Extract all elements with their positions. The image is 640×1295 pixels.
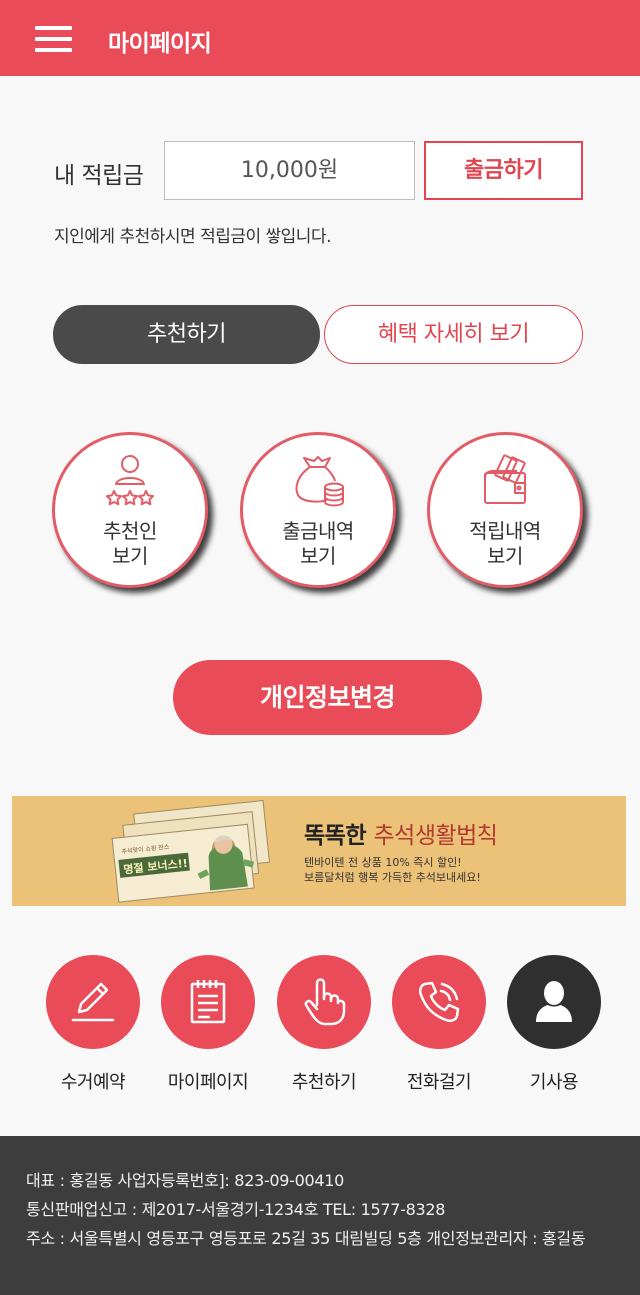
call-button[interactable]: 전화걸기: [391, 955, 487, 1094]
savings-history-button[interactable]: 적립내역 보기: [427, 432, 583, 588]
phone-call-icon: [418, 981, 460, 1023]
savings-label-line2: 보기: [487, 544, 523, 568]
recommend-quick-button[interactable]: 추천하기: [276, 955, 372, 1094]
points-notice: 지인에게 추천하시면 적립금이 쌓입니다.: [54, 227, 332, 247]
points-value-field: 10,000원: [164, 141, 415, 200]
mypage-button[interactable]: 마이페이지: [160, 955, 256, 1094]
app-header: 마이페이지: [0, 0, 640, 76]
driver-button[interactable]: 기사용: [506, 955, 602, 1094]
mypage-label: 마이페이지: [167, 1072, 249, 1093]
pencil-icon: [71, 982, 115, 1022]
bonus-card-illustration: 명절 보너스!! 추석맞이 쇼핑 찬스: [104, 799, 284, 906]
withdrawal-label-line2: 보기: [300, 544, 336, 568]
company-footer: 대표 : 홍길동 사업자등록번호]: 823-09-00410 통신판매업신고 …: [0, 1136, 640, 1295]
pickup-reservation-button[interactable]: 수거예약: [45, 955, 141, 1094]
page-title: 마이페이지: [108, 31, 212, 57]
withdrawal-history-button[interactable]: 출금내역 보기: [240, 432, 396, 588]
person-stars-icon: [102, 453, 158, 513]
recommend-quick-label: 추천하기: [291, 1072, 357, 1093]
withdrawal-label-line1: 출금내역: [282, 519, 354, 543]
notepad-icon: [190, 980, 226, 1024]
referrer-label-line2: 보기: [112, 544, 148, 568]
benefits-detail-button[interactable]: 혜택 자세히 보기: [324, 305, 583, 364]
pointing-hand-icon: [304, 978, 346, 1026]
footer-line-ceo: 대표 : 홍길동 사업자등록번호]: 823-09-00410: [26, 1171, 345, 1190]
points-label: 내 적립금: [54, 163, 144, 189]
banner-title: 똑똑한 추석생활법칙: [304, 823, 498, 849]
withdraw-button[interactable]: 출금하기: [424, 141, 583, 200]
call-label: 전화걸기: [406, 1072, 472, 1093]
hamburger-menu-icon[interactable]: [35, 26, 72, 52]
driver-label: 기사용: [529, 1072, 579, 1093]
money-bag-coins-icon: [290, 453, 346, 513]
footer-line-license: 통신판매업신고 : 제2017-서울경기-1234호 TEL: 1577-832…: [26, 1200, 446, 1219]
promo-banner[interactable]: 명절 보너스!! 추석맞이 쇼핑 찬스 똑똑한 추석생활법칙 텐바이텐 전 상품…: [12, 796, 626, 906]
pickup-reservation-label: 수거예약: [60, 1072, 126, 1093]
edit-profile-button[interactable]: 개인정보변경: [173, 660, 482, 735]
user-icon: [536, 981, 572, 1022]
referrer-label-line1: 추천인: [103, 519, 157, 543]
savings-label-line1: 적립내역: [469, 519, 541, 543]
recommend-button[interactable]: 추천하기: [53, 305, 320, 364]
banner-subtitle: 텐바이텐 전 상품 10% 즉시 할인! 보름달처럼 행복 가득한 추석보내세요…: [304, 856, 481, 884]
footer-line-address: 주소 : 서울특별시 영등포구 영등포로 25길 35 대림빌딩 5층 개인정보…: [26, 1229, 586, 1248]
referrer-view-button[interactable]: 추천인 보기: [52, 432, 208, 588]
wallet-cards-icon: [477, 453, 533, 513]
